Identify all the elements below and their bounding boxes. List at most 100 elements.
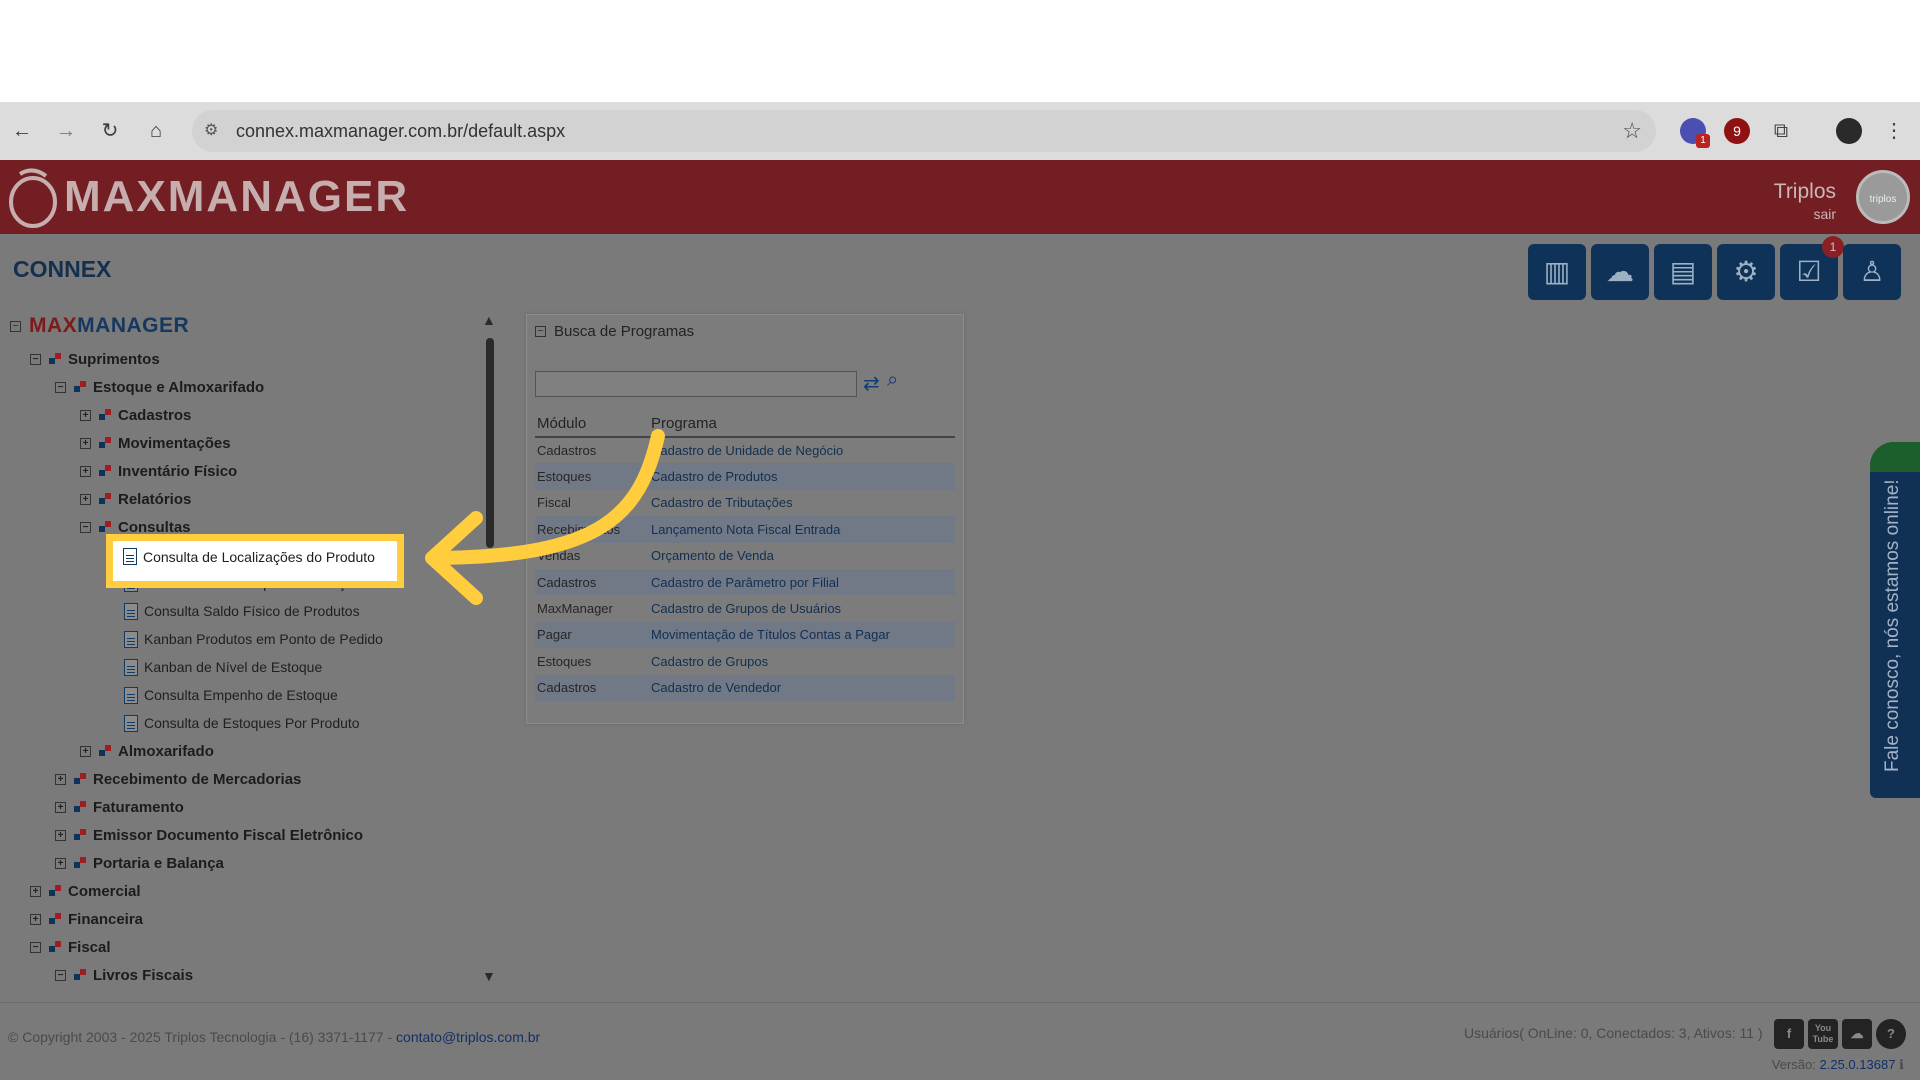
top-blank-area [0,0,1920,102]
home-icon[interactable]: ⌂ [144,119,168,143]
module-node-icon [49,941,63,953]
scroll-up-arrow-icon[interactable]: ▲ [482,312,496,328]
tree-node-portaria[interactable]: + Portaria e Balança [55,852,224,874]
reload-icon[interactable]: ↻ [98,119,122,143]
site-settings-icon[interactable]: ⚙ [204,121,224,141]
help-icon[interactable]: ? [1876,1019,1906,1049]
profile-avatar-icon[interactable] [1836,118,1862,144]
facebook-icon[interactable]: f [1774,1019,1804,1049]
tree-leaf[interactable]: Kanban Produtos em Ponto de Pedido [124,628,383,650]
footer: © Copyright 2003 - 2025 Triplos Tecnolog… [0,1002,1920,1080]
logout-link[interactable]: sair [1813,206,1836,222]
tree-node-emissor[interactable]: + Emissor Documento Fiscal Eletrônico [55,824,363,846]
settings-button[interactable]: ⚙ [1717,244,1775,300]
forward-arrow-icon[interactable]: → [54,119,78,143]
table-row[interactable]: Fiscal Cadastro de Tributações [535,490,955,516]
dashboard-button[interactable]: ▥ [1528,244,1586,300]
module-node-icon [99,437,113,449]
table-row[interactable]: Estoques Cadastro de Produtos [535,463,955,490]
api-button[interactable]: ☁ [1591,244,1649,300]
expand-toggle-icon[interactable]: + [80,437,91,449]
tree-node-cadastros[interactable]: + Cadastros [80,404,191,426]
tree-leaf-label: Kanban de Nível de Estoque [144,659,323,675]
page-title: CONNEX [13,256,112,282]
collapse-toggle-icon[interactable]: − [80,521,91,533]
expand-toggle-icon[interactable]: + [30,913,41,925]
collapse-toggle-icon[interactable]: − [30,353,41,365]
table-row[interactable]: Estoques Cadastro de Grupos [535,648,955,674]
scroll-down-arrow-icon[interactable]: ▼ [482,968,496,984]
table-row[interactable]: Cadastros Cadastro de Unidade de Negócio [535,437,955,463]
program-tree: − MAXMANAGER − Suprimentos − Estoque e A… [0,306,500,1002]
address-bar[interactable]: ⚙ connex.maxmanager.com.br/default.aspx … [192,110,1656,152]
table-row[interactable]: MaxManager Cadastro de Grupos de Usuários [535,595,955,621]
tree-leaf[interactable]: Kanban de Nível de Estoque [124,656,322,678]
column-header-programa: Programa [649,411,955,438]
tasks-button[interactable]: ☑ 1 [1780,236,1844,300]
tree-node-inventario[interactable]: + Inventário Físico [80,460,237,482]
youtube-icon[interactable]: You Tube [1808,1019,1838,1049]
table-row[interactable]: Pagar Movimentação de Títulos Contas a Pa… [535,621,955,649]
chat-online-tab[interactable]: Fale conosco, nós estamos online! [1870,442,1920,798]
tree-node-recebimento[interactable]: + Recebimento de Mercadorias [55,768,301,790]
expand-toggle-icon[interactable]: + [55,829,66,841]
search-icon[interactable]: ⌕ [887,369,898,392]
collapse-toggle-icon[interactable]: − [55,969,66,981]
expand-toggle-icon[interactable]: + [80,465,91,477]
tree-leaf-label: Kanban Produtos em Ponto de Pedido [144,631,383,647]
cloud-icon[interactable]: ☁ [1842,1019,1872,1049]
tree-node-fiscal[interactable]: − Fiscal [30,936,111,958]
table-row[interactable]: Cadastros Cadastro de Vendedor [535,674,955,701]
collapse-toggle-icon[interactable]: − [30,941,41,953]
copyright-text: © Copyright 2003 - 2025 Triplos Tecnolog… [8,1029,541,1045]
collapse-toggle-icon[interactable]: − [10,320,21,332]
tree-node-livros-fiscais[interactable]: − Livros Fiscais [55,964,193,986]
tree-node-comercial[interactable]: + Comercial [30,880,141,902]
table-row[interactable]: Recebimentos Lançamento Nota Fiscal Entra… [535,516,955,543]
tree-node-label: Suprimentos [68,350,160,368]
tree-node-faturamento[interactable]: + Faturamento [55,796,184,818]
table-row[interactable]: Cadastros Cadastro de Parâmetro por Filia… [535,568,955,596]
expand-toggle-icon[interactable]: + [80,493,91,505]
tree-node-almoxarifado[interactable]: + Almoxarifado [80,740,214,762]
bookmark-star-icon[interactable]: ☆ [1622,118,1642,144]
youtube-label: You Tube [1812,1023,1834,1044]
expand-toggle-icon[interactable]: + [80,409,91,421]
tree-node-label: Movimentações [118,434,231,452]
tree-node-suprimentos[interactable]: − Suprimentos [30,348,160,370]
back-arrow-icon[interactable]: ← [10,119,34,143]
expand-toggle-icon[interactable]: + [30,885,41,897]
tree-node-financeira[interactable]: + Financeira [30,908,143,930]
collapse-toggle-icon[interactable]: − [535,326,546,337]
documents-button[interactable]: ▤ [1654,244,1712,300]
refresh-icon[interactable]: ⇄ [863,371,880,396]
users-status: Usuários( OnLine: 0, Conectados: 3, Ativ… [1464,1025,1763,1041]
extensions-puzzle-icon[interactable]: ⧉ [1768,118,1794,144]
extension-2-icon[interactable]: 9 [1724,118,1750,144]
tree-scrollbar[interactable] [486,338,494,548]
collapse-toggle-icon[interactable]: − [55,381,66,393]
module-node-icon [74,829,88,841]
user-profile-button[interactable]: ♙ [1843,244,1901,300]
highlighted-tree-leaf[interactable]: Consulta de Localizações do Produto [106,534,404,588]
expand-toggle-icon[interactable]: + [55,773,66,785]
panel-header[interactable]: − Busca de Programas [535,323,694,340]
expand-toggle-icon[interactable]: + [80,745,91,757]
expand-toggle-icon[interactable]: + [55,801,66,813]
info-icon[interactable]: ℹ [1899,1057,1904,1072]
tree-leaf[interactable]: Consulta Saldo Físico de Produtos [124,600,360,622]
user-avatar[interactable]: triplos [1856,170,1910,224]
contact-email-link[interactable]: contato@triplos.com.br [396,1029,540,1045]
tree-root[interactable]: − MAXMANAGER [10,314,189,338]
tree-node-movimentacoes[interactable]: + Movimentações [80,432,231,454]
program-search-input[interactable] [535,371,857,397]
browser-menu-icon[interactable]: ⋮ [1882,119,1906,143]
expand-toggle-icon[interactable]: + [55,857,66,869]
document-icon [124,714,138,732]
table-row[interactable]: Vendas Orçamento de Venda [535,543,955,569]
tree-node-estoque[interactable]: − Estoque e Almoxarifado [55,376,264,398]
extension-icon[interactable]: 1 [1680,118,1710,148]
tree-node-relatorios[interactable]: + Relatórios [80,488,191,510]
tree-leaf[interactable]: Consulta de Estoques Por Produto [124,712,360,734]
tree-leaf[interactable]: Consulta Empenho de Estoque [124,684,338,706]
